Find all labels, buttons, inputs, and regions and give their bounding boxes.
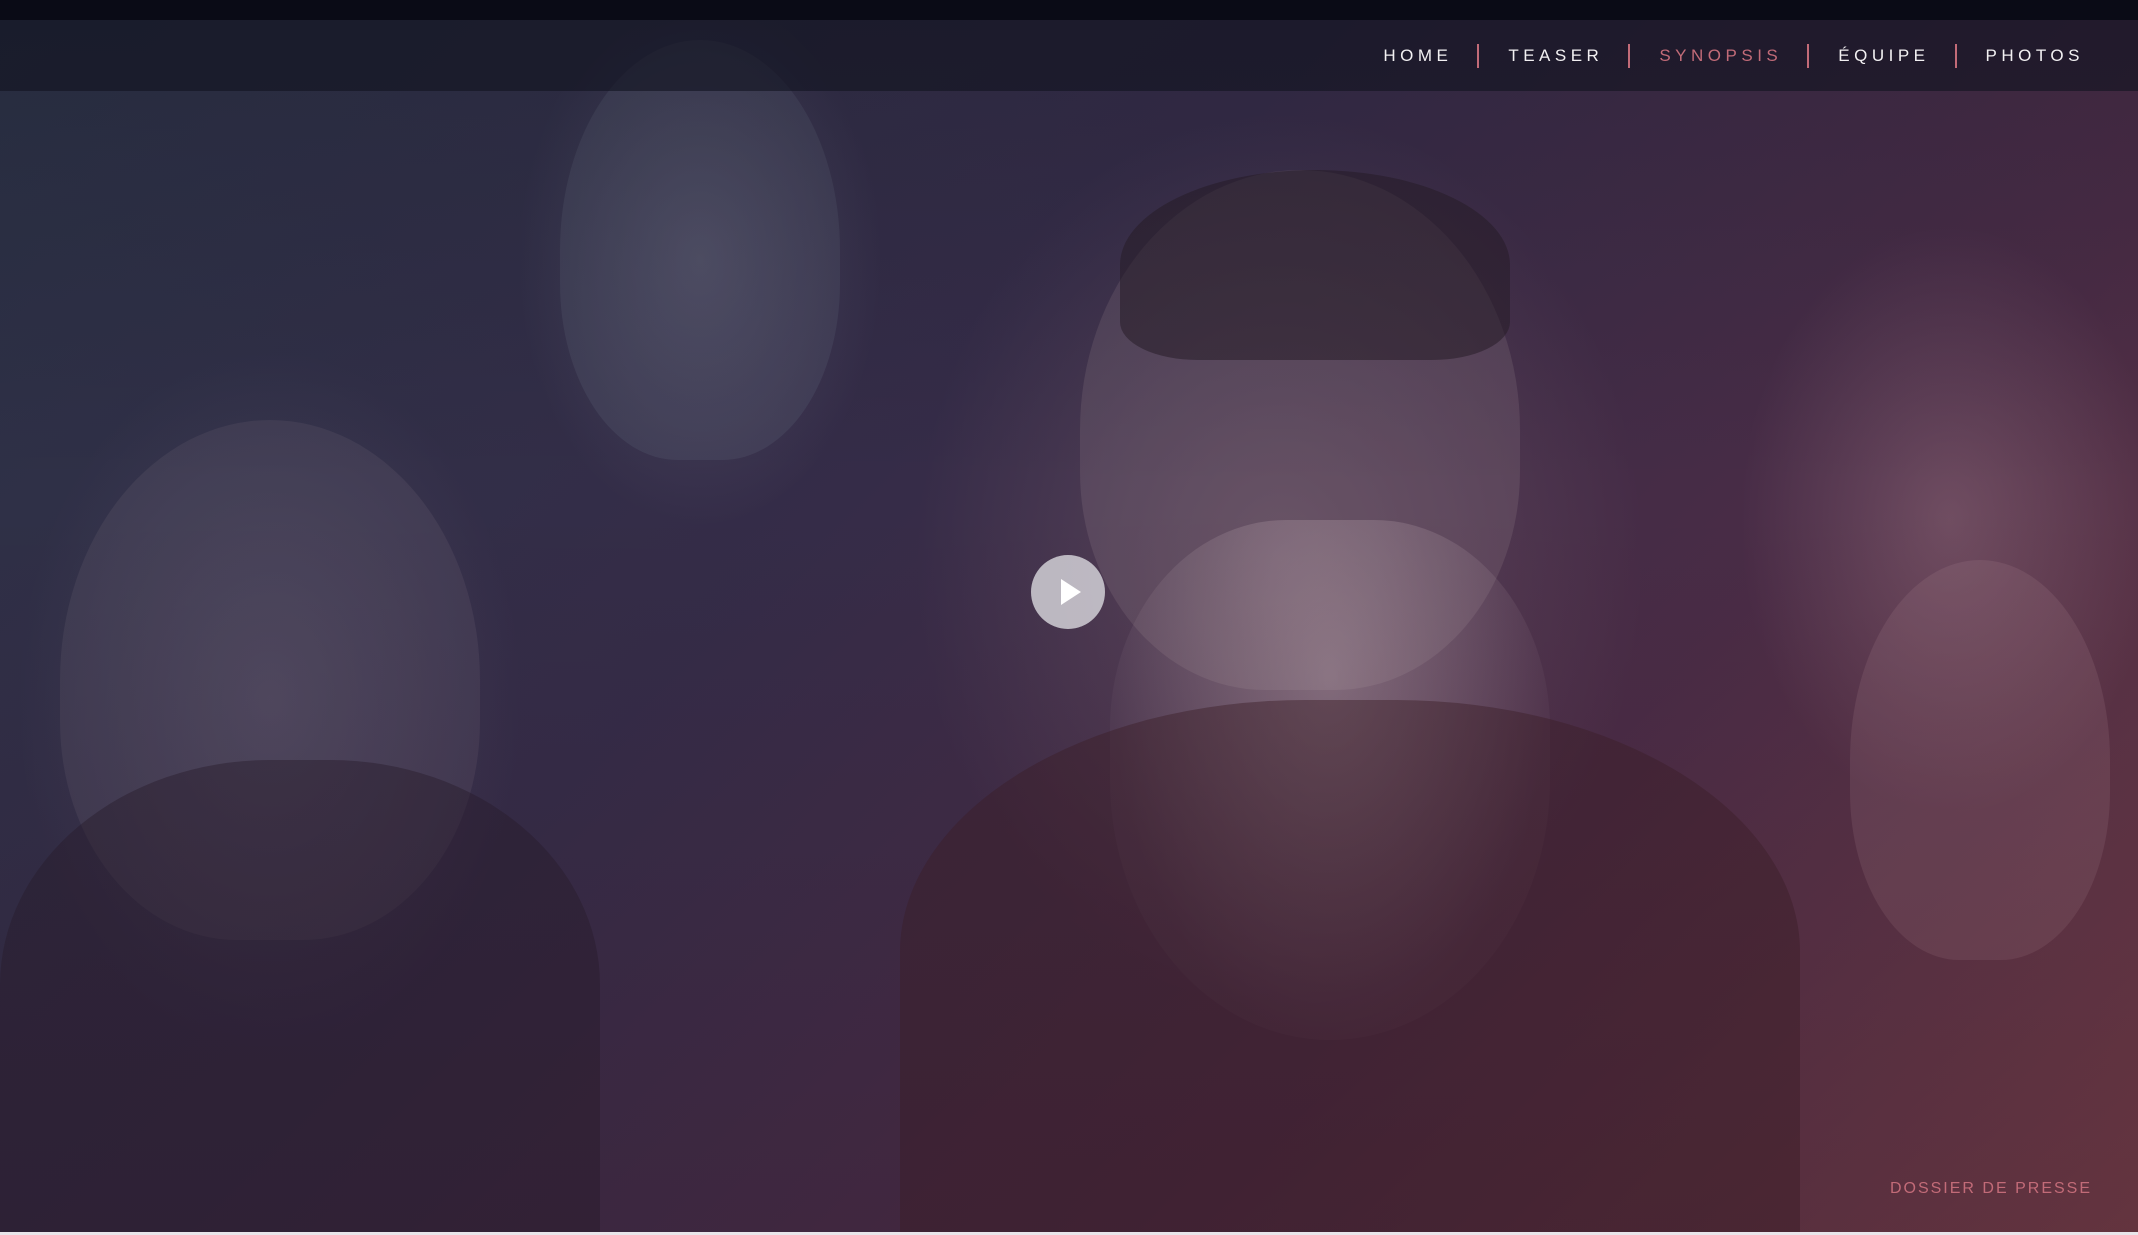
nav-separator [1628,43,1631,68]
nav-item-teaser[interactable]: TEASER [1508,46,1603,66]
nav-separator [1807,43,1810,68]
page: HOME TEASER SYNOPSIS ÉQUIPE PHOTOS DOSSI… [0,0,2138,1235]
nav-item-photos[interactable]: PHOTOS [1986,46,2084,66]
nav-menu: HOME TEASER SYNOPSIS ÉQUIPE PHOTOS [1383,20,2084,91]
nav-item-home[interactable]: HOME [1383,46,1452,66]
nav-item-equipe[interactable]: ÉQUIPE [1838,46,1929,66]
nav-separator [1954,43,1957,68]
play-icon [1061,579,1081,605]
main-navigation: HOME TEASER SYNOPSIS ÉQUIPE PHOTOS [0,20,2138,91]
press-kit-link[interactable]: DOSSIER DE PRESSE [1890,1180,2092,1198]
nav-item-synopsis[interactable]: SYNOPSIS [1659,46,1782,66]
play-button[interactable] [1031,555,1105,629]
top-bar [0,0,2138,20]
nav-separator [1477,43,1480,68]
